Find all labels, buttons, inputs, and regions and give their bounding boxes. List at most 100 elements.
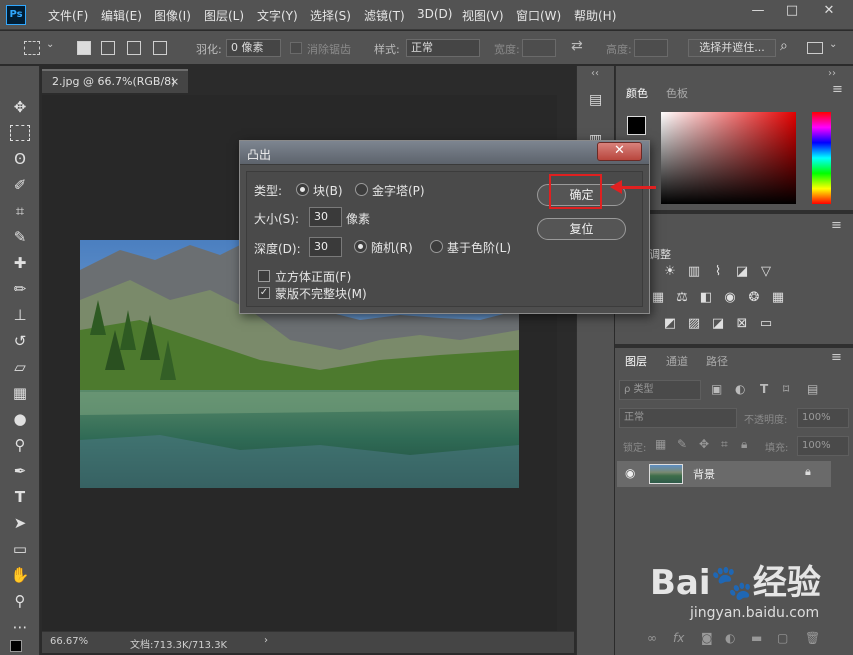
marquee-preset-icon[interactable]	[24, 41, 40, 55]
expand-panels-icon[interactable]: ››	[828, 68, 836, 79]
invert-icon[interactable]: ◩	[661, 316, 679, 332]
blend-mode-select[interactable]: 正常	[619, 408, 737, 428]
type-pyramid-radio[interactable]	[355, 183, 368, 196]
hue-slider[interactable]	[812, 112, 831, 204]
group-icon[interactable]: ▬	[751, 631, 762, 645]
solid-front-checkbox[interactable]	[258, 270, 270, 282]
tab-swatches[interactable]: 色板	[666, 85, 688, 101]
close-tab-icon[interactable]: ×	[170, 71, 179, 93]
swap-icon[interactable]: ⇄	[571, 38, 583, 54]
type-tool-icon[interactable]: T	[8, 486, 32, 508]
tab-layers[interactable]: 图层	[625, 353, 647, 369]
menu-view[interactable]: 视图(V)	[462, 7, 504, 24]
crop-tool-icon[interactable]: ⌗	[8, 200, 32, 222]
filter-shape-icon[interactable]: ⌑	[783, 382, 789, 396]
menu-type[interactable]: 文字(Y)	[257, 7, 298, 24]
lock-position-icon[interactable]: ✥	[699, 437, 709, 451]
layer-row-background[interactable]: ◉ 背景 🔒︎	[617, 461, 831, 487]
menu-file[interactable]: 文件(F)	[48, 7, 88, 24]
hue-saturation-icon[interactable]: ▦	[649, 290, 667, 306]
exposure-icon[interactable]: ◪	[733, 264, 751, 280]
adjustments-menu-icon[interactable]: ≡	[831, 218, 842, 233]
black-white-icon[interactable]: ◧	[697, 290, 715, 306]
fill-input[interactable]: 100%	[797, 436, 849, 456]
reset-button[interactable]: 复位	[537, 218, 626, 240]
close-window-button[interactable]: ✕	[812, 0, 846, 22]
gradient-map-icon[interactable]: ▭	[757, 316, 775, 332]
quick-select-tool-icon[interactable]: ✐	[8, 174, 32, 196]
mask-incomplete-label[interactable]: 蒙版不完整块(M)	[275, 285, 367, 302]
history-panel-icon[interactable]: ▤	[589, 92, 602, 108]
hand-tool-icon[interactable]: ✋	[8, 564, 32, 586]
width-input[interactable]	[522, 39, 556, 57]
opacity-input[interactable]: 100%	[797, 408, 849, 428]
threshold-icon[interactable]: ◪	[709, 316, 727, 332]
menu-window[interactable]: 窗口(W)	[516, 7, 561, 24]
depth-random-radio[interactable]	[354, 240, 367, 253]
menu-3d[interactable]: 3D(D)	[417, 7, 452, 21]
healing-brush-tool-icon[interactable]: ✚	[8, 252, 32, 274]
menu-layer[interactable]: 图层(L)	[204, 7, 244, 24]
subtract-selection-icon[interactable]	[127, 41, 141, 55]
type-block-radio[interactable]	[296, 183, 309, 196]
filter-adjustment-icon[interactable]: ◐	[735, 382, 745, 396]
dialog-close-button[interactable]: ✕	[597, 142, 642, 161]
pen-tool-icon[interactable]: ✒	[8, 460, 32, 482]
filter-pixel-icon[interactable]: ▣	[711, 382, 722, 396]
dialog-titlebar[interactable]: 凸出 ✕	[240, 141, 649, 165]
chevron-down-icon[interactable]: ⌄	[46, 39, 54, 50]
foreground-color-swatch[interactable]	[10, 640, 22, 652]
layer-filter-select[interactable]: ρ 类型	[619, 380, 701, 400]
workspace-icon[interactable]	[807, 42, 823, 54]
move-tool-icon[interactable]: ✥	[8, 96, 32, 118]
path-select-tool-icon[interactable]: ➤	[8, 512, 32, 534]
height-input[interactable]	[634, 39, 668, 57]
new-layer-icon[interactable]: ▢	[777, 631, 788, 645]
lock-pixels-icon[interactable]: ✎	[677, 437, 687, 451]
tab-paths[interactable]: 路径	[706, 353, 728, 369]
collapse-icon[interactable]: ‹‹	[591, 68, 599, 79]
delete-layer-icon[interactable]: 🗑︎	[805, 631, 820, 645]
depth-level-radio[interactable]	[430, 240, 443, 253]
filter-smart-icon[interactable]: ▤	[807, 382, 818, 396]
channel-mixer-icon[interactable]: ❂	[745, 290, 763, 306]
lock-artboard-icon[interactable]: ⌗	[721, 437, 728, 452]
tab-color[interactable]: 颜色	[626, 85, 648, 101]
brightness-icon[interactable]: ☀	[661, 264, 679, 280]
color-picker-field[interactable]	[661, 112, 796, 204]
layer-name[interactable]: 背景	[693, 466, 715, 482]
size-input[interactable]: 30	[309, 207, 342, 227]
type-pyramid-label[interactable]: 金字塔(P)	[372, 182, 425, 199]
minimize-button[interactable]: —	[741, 0, 775, 22]
antialias-checkbox[interactable]	[290, 42, 302, 54]
menu-image[interactable]: 图像(I)	[154, 7, 191, 24]
curves-icon[interactable]: ⌇	[709, 264, 727, 280]
panel-menu-icon[interactable]: ≡	[832, 82, 843, 97]
menu-filter[interactable]: 滤镜(T)	[364, 7, 405, 24]
new-selection-icon[interactable]	[77, 41, 91, 55]
select-and-mask-button[interactable]: 选择并遮住...	[688, 39, 776, 57]
color-balance-icon[interactable]: ⚖	[673, 290, 691, 306]
maximize-button[interactable]: □	[775, 0, 809, 22]
more-tools-icon[interactable]: ⋯	[8, 616, 32, 638]
lock-all-icon[interactable]: 🔒︎	[741, 437, 747, 452]
workspace-chevron-icon[interactable]: ⌄	[829, 39, 837, 50]
link-layers-icon[interactable]: ∞	[647, 631, 657, 645]
visibility-eye-icon[interactable]: ◉	[625, 466, 635, 480]
filter-type-icon[interactable]: T	[760, 382, 768, 396]
add-selection-icon[interactable]	[101, 41, 115, 55]
feather-input[interactable]: 0 像素	[226, 39, 281, 57]
mask-incomplete-checkbox[interactable]: ✓	[258, 287, 270, 299]
marquee-tool-icon[interactable]	[10, 125, 30, 141]
color-lookup-icon[interactable]: ▦	[769, 290, 787, 306]
blur-tool-icon[interactable]: ●	[8, 408, 32, 430]
zoom-level[interactable]: 66.67%	[50, 636, 88, 647]
zoom-tool-icon[interactable]: ⚲	[8, 590, 32, 612]
style-select[interactable]: 正常	[406, 39, 480, 57]
eyedropper-tool-icon[interactable]: ✎	[8, 226, 32, 248]
posterize-icon[interactable]: ▨	[685, 316, 703, 332]
levels-icon[interactable]: ▥	[685, 264, 703, 280]
add-mask-icon[interactable]: ◙	[701, 631, 713, 645]
menu-select[interactable]: 选择(S)	[310, 7, 351, 24]
type-block-label[interactable]: 块(B)	[313, 182, 343, 199]
